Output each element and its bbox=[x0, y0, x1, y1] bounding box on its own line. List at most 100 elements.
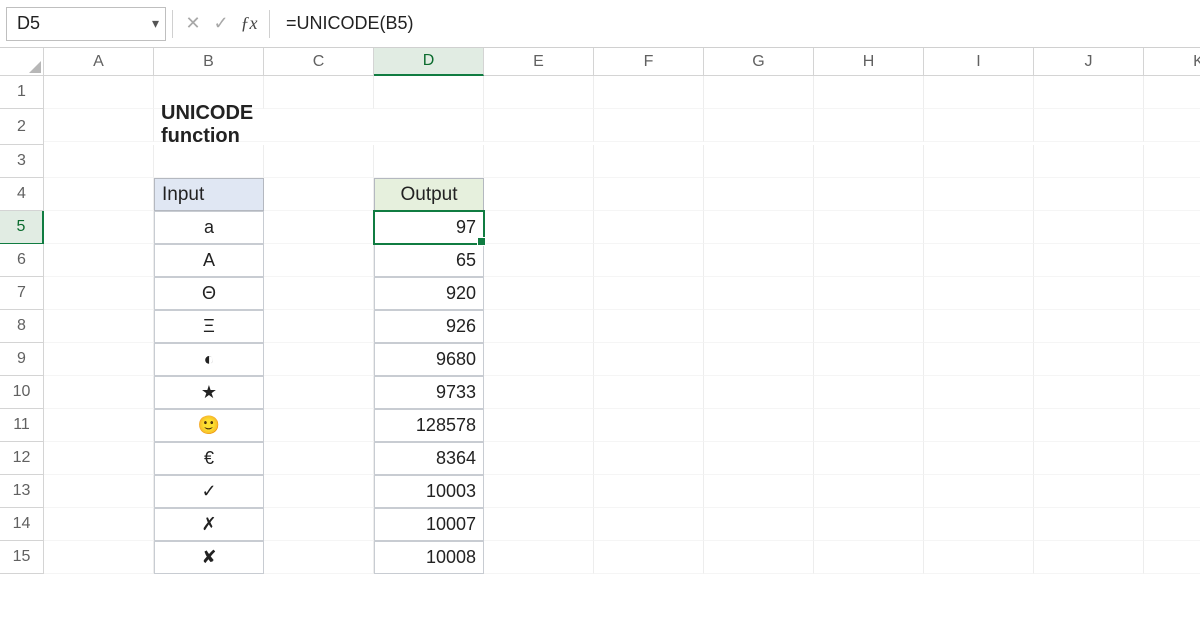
cell-H6[interactable] bbox=[814, 244, 924, 277]
cell-A10[interactable] bbox=[44, 376, 154, 409]
cell-E10[interactable] bbox=[484, 376, 594, 409]
table-header-input[interactable]: Input bbox=[154, 178, 264, 211]
cell-G8[interactable] bbox=[704, 310, 814, 343]
cell-G11[interactable] bbox=[704, 409, 814, 442]
cell-J7[interactable] bbox=[1034, 277, 1144, 310]
cell-D2[interactable] bbox=[374, 109, 484, 142]
cell-D15[interactable]: 10008 bbox=[374, 541, 484, 574]
cell-J13[interactable] bbox=[1034, 475, 1144, 508]
row-header-13[interactable]: 13 bbox=[0, 475, 44, 508]
cell-F9[interactable] bbox=[594, 343, 704, 376]
cell-C7[interactable] bbox=[264, 277, 374, 310]
cell-I2[interactable] bbox=[924, 109, 1034, 142]
cell-F15[interactable] bbox=[594, 541, 704, 574]
cell-H8[interactable] bbox=[814, 310, 924, 343]
cell-B2-title[interactable]: UNICODE function bbox=[154, 109, 264, 142]
cell-F3[interactable] bbox=[594, 145, 704, 178]
row-header-2[interactable]: 2 bbox=[0, 109, 44, 145]
cell-F11[interactable] bbox=[594, 409, 704, 442]
cell-J6[interactable] bbox=[1034, 244, 1144, 277]
cell-E8[interactable] bbox=[484, 310, 594, 343]
cell-E5[interactable] bbox=[484, 211, 594, 244]
select-all-corner[interactable] bbox=[0, 48, 44, 76]
cell-G13[interactable] bbox=[704, 475, 814, 508]
cancel-formula-icon[interactable]: ✕ bbox=[179, 10, 207, 38]
row-header-3[interactable]: 3 bbox=[0, 145, 44, 178]
cell-B5[interactable]: a bbox=[154, 211, 264, 244]
cell-J5[interactable] bbox=[1034, 211, 1144, 244]
cell-K13[interactable] bbox=[1144, 475, 1200, 508]
row-header-12[interactable]: 12 bbox=[0, 442, 44, 475]
cell-F14[interactable] bbox=[594, 508, 704, 541]
cell-B9[interactable]: ◐ bbox=[154, 343, 264, 376]
row-header-10[interactable]: 10 bbox=[0, 376, 44, 409]
cell-D5-active[interactable]: 97 bbox=[374, 211, 484, 244]
cell-J14[interactable] bbox=[1034, 508, 1144, 541]
col-header-E[interactable]: E bbox=[484, 48, 594, 76]
cell-H10[interactable] bbox=[814, 376, 924, 409]
cell-K2[interactable] bbox=[1144, 109, 1200, 142]
cell-A5[interactable] bbox=[44, 211, 154, 244]
formula-input[interactable]: =UNICODE(B5) bbox=[276, 13, 1194, 34]
cell-A2[interactable] bbox=[44, 109, 154, 142]
row-header-5[interactable]: 5 bbox=[0, 211, 44, 244]
row-header-9[interactable]: 9 bbox=[0, 343, 44, 376]
cell-A6[interactable] bbox=[44, 244, 154, 277]
cell-H15[interactable] bbox=[814, 541, 924, 574]
cell-G12[interactable] bbox=[704, 442, 814, 475]
cell-F2[interactable] bbox=[594, 109, 704, 142]
cell-A15[interactable] bbox=[44, 541, 154, 574]
cell-C6[interactable] bbox=[264, 244, 374, 277]
cell-C15[interactable] bbox=[264, 541, 374, 574]
cell-A4[interactable] bbox=[44, 178, 154, 211]
cell-J12[interactable] bbox=[1034, 442, 1144, 475]
col-header-C[interactable]: C bbox=[264, 48, 374, 76]
cell-C12[interactable] bbox=[264, 442, 374, 475]
cell-I14[interactable] bbox=[924, 508, 1034, 541]
cell-A12[interactable] bbox=[44, 442, 154, 475]
col-header-B[interactable]: B bbox=[154, 48, 264, 76]
cell-I13[interactable] bbox=[924, 475, 1034, 508]
cell-D7[interactable]: 920 bbox=[374, 277, 484, 310]
cell-A8[interactable] bbox=[44, 310, 154, 343]
cell-E15[interactable] bbox=[484, 541, 594, 574]
cell-I15[interactable] bbox=[924, 541, 1034, 574]
cell-F13[interactable] bbox=[594, 475, 704, 508]
cell-F4[interactable] bbox=[594, 178, 704, 211]
cell-K7[interactable] bbox=[1144, 277, 1200, 310]
cell-F6[interactable] bbox=[594, 244, 704, 277]
chevron-down-icon[interactable]: ▾ bbox=[152, 15, 159, 32]
cell-I10[interactable] bbox=[924, 376, 1034, 409]
cell-A3[interactable] bbox=[44, 145, 154, 178]
cell-F1[interactable] bbox=[594, 76, 704, 109]
cell-H7[interactable] bbox=[814, 277, 924, 310]
cell-G5[interactable] bbox=[704, 211, 814, 244]
cell-J15[interactable] bbox=[1034, 541, 1144, 574]
cell-H13[interactable] bbox=[814, 475, 924, 508]
col-header-I[interactable]: I bbox=[924, 48, 1034, 76]
cell-F12[interactable] bbox=[594, 442, 704, 475]
row-header-8[interactable]: 8 bbox=[0, 310, 44, 343]
name-box[interactable]: D5 ▾ bbox=[6, 7, 166, 41]
cell-E13[interactable] bbox=[484, 475, 594, 508]
cell-D11[interactable]: 128578 bbox=[374, 409, 484, 442]
cell-D6[interactable]: 65 bbox=[374, 244, 484, 277]
cell-H1[interactable] bbox=[814, 76, 924, 109]
row-header-4[interactable]: 4 bbox=[0, 178, 44, 211]
cell-K8[interactable] bbox=[1144, 310, 1200, 343]
cell-B12[interactable]: € bbox=[154, 442, 264, 475]
cell-K6[interactable] bbox=[1144, 244, 1200, 277]
cell-I5[interactable] bbox=[924, 211, 1034, 244]
cell-F8[interactable] bbox=[594, 310, 704, 343]
cell-C8[interactable] bbox=[264, 310, 374, 343]
cell-E11[interactable] bbox=[484, 409, 594, 442]
cell-B3[interactable] bbox=[154, 145, 264, 178]
cell-J10[interactable] bbox=[1034, 376, 1144, 409]
cell-F7[interactable] bbox=[594, 277, 704, 310]
cell-J1[interactable] bbox=[1034, 76, 1144, 109]
row-header-1[interactable]: 1 bbox=[0, 76, 44, 109]
cell-H9[interactable] bbox=[814, 343, 924, 376]
cell-I8[interactable] bbox=[924, 310, 1034, 343]
cell-E14[interactable] bbox=[484, 508, 594, 541]
cell-J3[interactable] bbox=[1034, 145, 1144, 178]
